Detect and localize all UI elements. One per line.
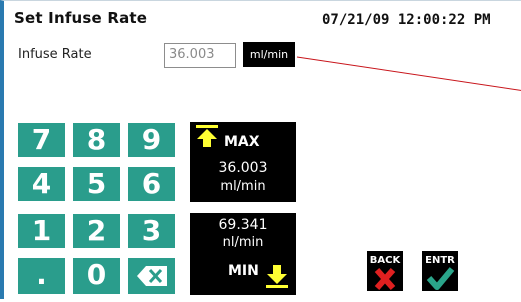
key-5[interactable]: 5 — [73, 167, 120, 201]
max-unit: ml/min — [220, 179, 266, 194]
key-7[interactable]: 7 — [18, 123, 65, 157]
min-label: MIN — [228, 263, 259, 279]
key-decimal[interactable]: . — [18, 258, 65, 294]
min-unit: nl/min — [222, 235, 264, 250]
arrow-down-icon — [266, 265, 288, 288]
key-backspace[interactable]: ⌫ — [128, 258, 175, 294]
min-rate-panel[interactable]: 69.341 nl/min MIN — [190, 213, 296, 295]
arrow-up-icon — [196, 125, 218, 147]
key-1[interactable]: 1 — [18, 214, 65, 248]
key-9[interactable]: 9 — [128, 123, 175, 157]
backspace-icon — [137, 266, 167, 286]
max-value: 36.003 — [218, 160, 268, 176]
key-3[interactable]: 3 — [128, 214, 175, 248]
max-label: MAX — [224, 134, 260, 150]
key-2[interactable]: 2 — [73, 214, 120, 248]
key-8[interactable]: 8 — [73, 123, 120, 157]
back-button[interactable]: BACK — [367, 251, 403, 291]
check-icon — [426, 267, 455, 290]
set-infuse-rate-screen: Set Infuse Rate 07/21/09 12:00:22 PM Inf… — [0, 0, 521, 299]
key-4[interactable]: 4 — [18, 167, 65, 201]
max-rate-panel[interactable]: MAX 36.003 ml/min — [190, 122, 296, 202]
x-icon — [374, 268, 396, 290]
min-value: 69.341 — [218, 217, 268, 233]
key-6[interactable]: 6 — [128, 167, 175, 201]
key-0[interactable]: 0 — [73, 258, 120, 294]
enter-button[interactable]: ENTR — [422, 251, 458, 291]
